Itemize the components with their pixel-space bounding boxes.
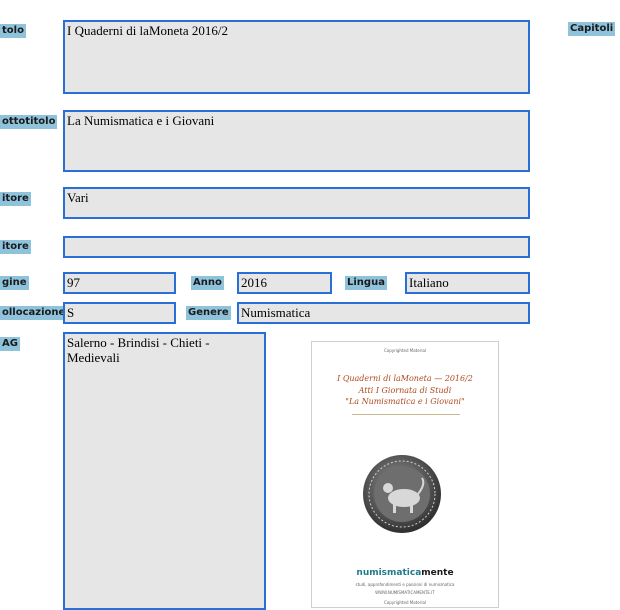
- label-collocazione: ollocazione: [0, 306, 68, 320]
- sottotitolo-field[interactable]: La Numismatica e i Giovani: [63, 110, 530, 172]
- editore-field[interactable]: [63, 236, 530, 258]
- cover-tagline: studi, approfondimenti e passioni di num…: [355, 582, 455, 587]
- genere-field[interactable]: Numismatica: [237, 302, 530, 324]
- pagine-field[interactable]: 97: [63, 272, 176, 294]
- label-genere: Genere: [186, 306, 231, 320]
- cover-top-note: Copyrighted Material: [383, 348, 427, 353]
- cover-title-line2: Atti I Giornata di Studi: [358, 386, 452, 395]
- cover-bottom-note: Copyrighted Material: [383, 600, 427, 605]
- label-lingua: Lingua: [345, 276, 387, 290]
- label-tag: AG: [0, 337, 20, 351]
- cover-brand-part2: mente: [421, 568, 454, 578]
- label-titolo: tolo: [0, 24, 26, 38]
- cover-brand: numismaticamente: [312, 568, 498, 578]
- cover-title-line1: I Quaderni di laMoneta — 2016/2: [337, 374, 473, 383]
- label-editore: itore: [0, 240, 31, 254]
- lingua-field[interactable]: Italiano: [405, 272, 530, 294]
- label-pagine: gine: [0, 276, 29, 290]
- autore-field[interactable]: Vari: [63, 187, 530, 219]
- cover-divider: [352, 414, 460, 415]
- label-sottotitolo: ottotitolo: [0, 115, 58, 129]
- cover-website: WWW.NUMISMATICAMENTE.IT: [375, 590, 435, 595]
- cover-title-line3: "La Numismatica e i Giovani": [345, 397, 465, 406]
- anno-field[interactable]: 2016: [237, 272, 332, 294]
- titolo-field[interactable]: I Quaderni di laMoneta 2016/2: [63, 20, 530, 94]
- tag-field[interactable]: Salerno - Brindisi - Chieti - Medievali: [63, 332, 266, 610]
- cover-image: Copyrighted Material I Quaderni di laMon…: [311, 341, 499, 608]
- label-anno: Anno: [191, 276, 224, 290]
- collocazione-field[interactable]: S: [63, 302, 176, 324]
- label-autore: itore: [0, 192, 31, 206]
- cover-brand-part1: numismatica: [356, 568, 422, 578]
- coin-icon: [363, 455, 441, 533]
- label-capitoli[interactable]: Capitoli: [568, 22, 616, 36]
